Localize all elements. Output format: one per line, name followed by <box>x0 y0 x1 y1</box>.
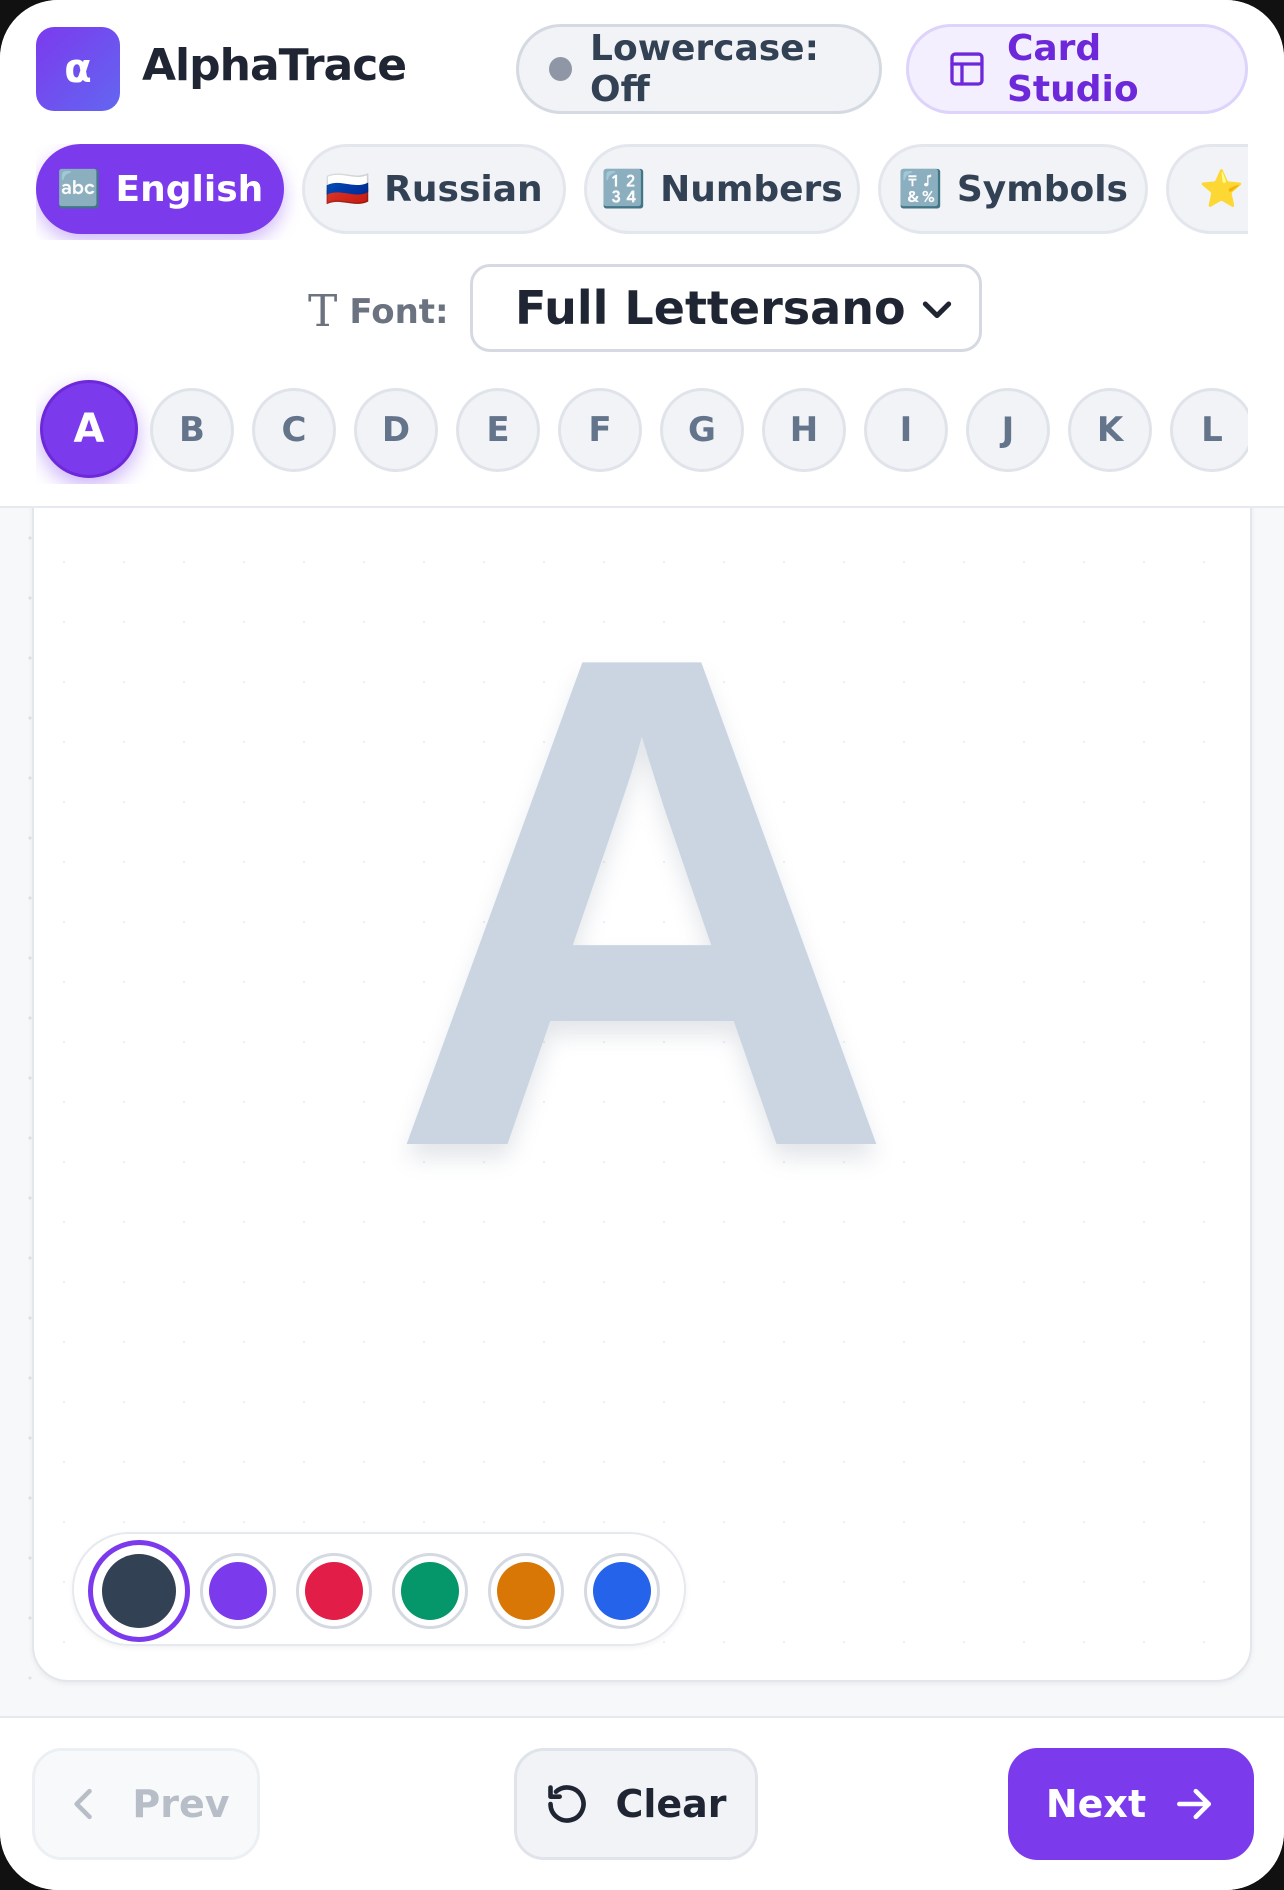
tab-label: Russian <box>384 168 543 210</box>
layout-icon <box>950 52 984 86</box>
reset-icon <box>548 1785 587 1823</box>
app-logo: α <box>36 27 120 111</box>
tab-label: Symbols <box>956 168 1128 210</box>
color-swatch-green[interactable] <box>392 1553 468 1629</box>
text-type-icon: T <box>308 286 338 337</box>
tab-english[interactable]: 🔤 English <box>36 144 284 234</box>
letter-button-e[interactable]: E <box>456 388 540 472</box>
color-palette <box>72 1532 686 1646</box>
clear-button[interactable]: Clear <box>514 1748 758 1860</box>
swatch-fill <box>209 1562 267 1620</box>
language-tabs: 🔤 English 🇷🇺 Russian 🔢 Numbers 🔣 Symbols… <box>36 144 1248 240</box>
prev-label: Prev <box>132 1782 230 1826</box>
tab-russian[interactable]: 🇷🇺 Russian <box>302 144 566 234</box>
swatch-fill <box>593 1562 651 1620</box>
tab-label: Numbers <box>660 168 843 210</box>
numbers-icon: 🔢 <box>601 169 647 210</box>
color-swatch-red[interactable] <box>296 1553 372 1629</box>
lowercase-label: Lowercase: Off <box>590 28 819 110</box>
letter-button-f[interactable]: F <box>558 388 642 472</box>
card-studio-label: Card Studio <box>1006 28 1139 110</box>
color-swatch-slate[interactable] <box>88 1540 190 1642</box>
chevron-down-icon <box>922 301 952 319</box>
tab-symbols[interactable]: 🔣 Symbols <box>878 144 1148 234</box>
next-button[interactable]: Next <box>1008 1748 1254 1860</box>
symbols-icon: 🔣 <box>897 169 943 210</box>
status-dot-icon <box>549 57 573 81</box>
letter-button-k[interactable]: K <box>1068 388 1152 472</box>
font-selected-value: Full Lettersano <box>515 281 906 335</box>
next-label: Next <box>1045 1782 1147 1826</box>
color-swatch-blue[interactable] <box>584 1553 660 1629</box>
letter-button-l[interactable]: L <box>1170 388 1248 472</box>
bottom-bar: Prev Clear Next <box>0 1716 1284 1890</box>
letter-button-j[interactable]: J <box>966 388 1050 472</box>
letter-button-c[interactable]: C <box>252 388 336 472</box>
swatch-fill <box>102 1554 176 1628</box>
abc-icon: 🔤 <box>56 169 102 210</box>
card-studio-button[interactable]: Card Studio <box>906 24 1248 114</box>
tracing-canvas[interactable]: A <box>32 470 1252 1682</box>
app-screen: α AlphaTrace Lowercase: Off Card Studio … <box>0 0 1284 1890</box>
letter-button-g[interactable]: G <box>660 388 744 472</box>
letter-strip: A B C D E F G H I J K L <box>36 372 1248 484</box>
swatch-fill <box>497 1562 555 1620</box>
letter-button-d[interactable]: D <box>354 388 438 472</box>
color-swatch-orange[interactable] <box>488 1553 564 1629</box>
top-bar: α AlphaTrace Lowercase: Off Card Studio … <box>0 0 1284 508</box>
lowercase-toggle[interactable]: Lowercase: Off <box>516 24 882 114</box>
trace-letter: A <box>389 511 895 1293</box>
chevron-left-icon <box>74 1788 93 1820</box>
tab-numbers[interactable]: 🔢 Numbers <box>584 144 860 234</box>
star-icon: ⭐ <box>1199 169 1244 210</box>
logo-glyph: α <box>64 46 92 92</box>
swatch-fill <box>305 1562 363 1620</box>
swatch-fill <box>401 1562 459 1620</box>
prev-button[interactable]: Prev <box>32 1748 260 1860</box>
letter-button-h[interactable]: H <box>762 388 846 472</box>
color-swatch-purple[interactable] <box>200 1553 276 1629</box>
letter-button-i[interactable]: I <box>864 388 948 472</box>
font-select[interactable]: Full Lettersano <box>470 264 982 352</box>
font-label-text: Font: <box>349 291 449 332</box>
tab-label: English <box>115 168 264 210</box>
letter-button-a[interactable]: A <box>40 380 138 478</box>
tab-favorites[interactable]: ⭐ <box>1166 144 1248 234</box>
app-title: AlphaTrace <box>142 40 407 91</box>
clear-label: Clear <box>615 1782 727 1826</box>
russia-flag-icon: 🇷🇺 <box>325 169 371 210</box>
arrow-right-icon <box>1177 1788 1212 1820</box>
letter-button-b[interactable]: B <box>150 388 234 472</box>
font-label: T Font: <box>308 286 449 337</box>
